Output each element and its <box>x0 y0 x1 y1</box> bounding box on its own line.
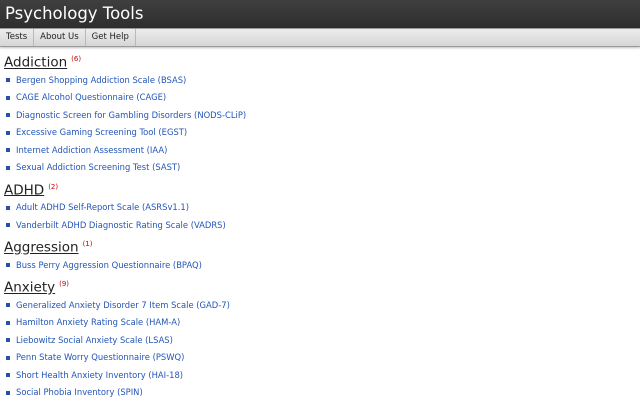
test-link[interactable]: Penn State Worry Questionnaire (PSWQ) <box>16 349 184 367</box>
test-link[interactable]: Excessive Gaming Screening Tool (EGST) <box>16 124 187 142</box>
main-nav: Tests About Us Get Help <box>0 28 640 47</box>
test-list: Addiction (6) Bergen Shopping Addiction S… <box>0 47 640 400</box>
test-link[interactable]: Liebowitz Social Anxiety Scale (LSAS) <box>16 332 173 350</box>
bullet-icon <box>6 223 10 228</box>
test-link[interactable]: Buss Perry Aggression Questionnaire (BPA… <box>16 257 202 275</box>
list-item: Short Health Anxiety Inventory (HAI-18) <box>6 367 640 385</box>
section-adhd: ADHD (2) Adult ADHD Self-Report Scale (AS… <box>4 179 640 235</box>
test-link[interactable]: Bergen Shopping Addiction Scale (BSAS) <box>16 72 186 90</box>
bullet-icon <box>6 373 10 378</box>
bullet-icon <box>6 113 10 118</box>
section-title[interactable]: ADHD (2) <box>4 179 640 200</box>
section-count: (2) <box>48 182 59 191</box>
test-link[interactable]: Social Phobia Inventory (SPIN) <box>16 384 143 400</box>
nav-get-help[interactable]: Get Help <box>86 29 136 46</box>
bullet-icon <box>6 263 10 268</box>
bullet-icon <box>6 95 10 100</box>
bullet-icon <box>6 303 10 308</box>
bullet-icon <box>6 205 10 210</box>
list-item: Penn State Worry Questionnaire (PSWQ) <box>6 349 640 367</box>
nav-about-us[interactable]: About Us <box>34 29 86 46</box>
site-header: Psychology Tools <box>0 0 640 28</box>
test-link[interactable]: Short Health Anxiety Inventory (HAI-18) <box>16 367 183 385</box>
list-item: Adult ADHD Self-Report Scale (ASRSv1.1) <box>6 199 640 217</box>
test-link[interactable]: Internet Addiction Assessment (IAA) <box>16 142 167 160</box>
list-item: Hamilton Anxiety Rating Scale (HAM-A) <box>6 314 640 332</box>
list-item: Liebowitz Social Anxiety Scale (LSAS) <box>6 332 640 350</box>
bullet-icon <box>6 355 10 360</box>
bullet-icon <box>6 78 10 83</box>
list-item: Internet Addiction Assessment (IAA) <box>6 142 640 160</box>
section-title[interactable]: Anxiety (9) <box>4 276 640 297</box>
section-aggression: Aggression (1) Buss Perry Aggression Ques… <box>4 236 640 274</box>
section-addiction: Addiction (6) Bergen Shopping Addiction S… <box>4 51 640 177</box>
test-link[interactable]: Adult ADHD Self-Report Scale (ASRSv1.1) <box>16 199 189 217</box>
section-title[interactable]: Addiction (6) <box>4 51 640 72</box>
test-link[interactable]: Diagnostic Screen for Gambling Disorders… <box>16 107 246 125</box>
section-count: (1) <box>82 240 93 248</box>
bullet-icon <box>6 148 10 153</box>
test-link[interactable]: Sexual Addiction Screening Test (SAST) <box>16 159 180 177</box>
bullet-icon <box>6 165 10 170</box>
section-title[interactable]: Aggression (1) <box>4 236 640 257</box>
list-item: Sexual Addiction Screening Test (SAST) <box>6 159 640 177</box>
section-count: (9) <box>59 280 70 288</box>
bullet-icon <box>6 390 10 395</box>
bullet-icon <box>6 320 10 325</box>
test-link[interactable]: Hamilton Anxiety Rating Scale (HAM-A) <box>16 314 180 332</box>
bullet-icon <box>6 130 10 135</box>
section-count: (6) <box>71 55 82 63</box>
section-anxiety: Anxiety (9) Generalized Anxiety Disorder … <box>4 276 640 400</box>
list-item: CAGE Alcohol Questionnaire (CAGE) <box>6 89 640 107</box>
list-item: Vanderbilt ADHD Diagnostic Rating Scale … <box>6 217 640 235</box>
list-item: Social Phobia Inventory (SPIN) <box>6 384 640 400</box>
site-title[interactable]: Psychology Tools <box>5 4 143 23</box>
test-link[interactable]: CAGE Alcohol Questionnaire (CAGE) <box>16 89 166 107</box>
test-link[interactable]: Generalized Anxiety Disorder 7 Item Scal… <box>16 297 230 315</box>
nav-tests[interactable]: Tests <box>0 29 35 46</box>
list-item: Generalized Anxiety Disorder 7 Item Scal… <box>6 297 640 315</box>
list-item: Bergen Shopping Addiction Scale (BSAS) <box>6 72 640 90</box>
list-item: Diagnostic Screen for Gambling Disorders… <box>6 107 640 125</box>
list-item: Buss Perry Aggression Questionnaire (BPA… <box>6 257 640 275</box>
test-link[interactable]: Vanderbilt ADHD Diagnostic Rating Scale … <box>16 217 226 235</box>
bullet-icon <box>6 338 10 343</box>
list-item: Excessive Gaming Screening Tool (EGST) <box>6 124 640 142</box>
